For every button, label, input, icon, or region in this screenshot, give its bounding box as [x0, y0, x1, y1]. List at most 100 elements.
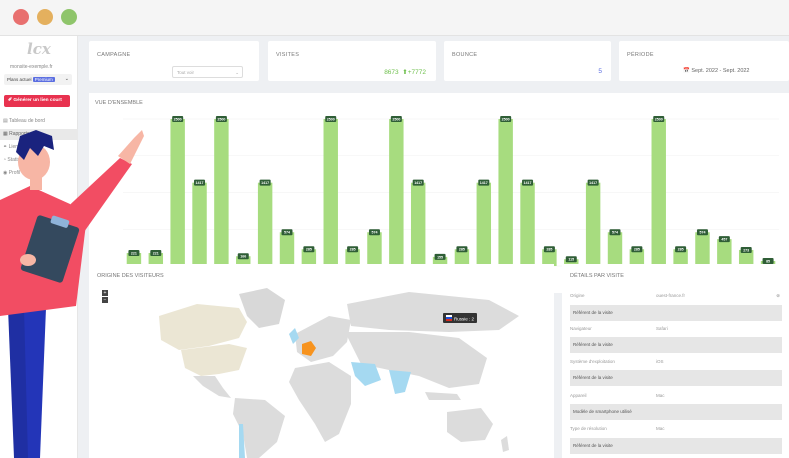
chart-bar[interactable]: [498, 119, 513, 266]
chart-data-label: 1417: [524, 181, 532, 185]
chart-bar[interactable]: [257, 182, 273, 266]
chart-data-label: 285: [459, 248, 465, 252]
plan-tag: Premium: [32, 77, 55, 82]
maximize-window-button[interactable]: [61, 9, 77, 25]
chart-data-label: 285: [306, 248, 312, 252]
campaign-label: CAMPAGNE: [97, 52, 131, 58]
chevron-down-icon: ⌄: [64, 76, 69, 82]
details-row: Type de résolution Mac: [570, 426, 782, 431]
details-row-box: Référent de la visite: [570, 438, 782, 454]
minimize-window-button[interactable]: [37, 9, 53, 25]
map-australia: [447, 408, 493, 442]
bounce-label: BOUNCE: [452, 52, 478, 58]
chart-data-label: 574: [284, 231, 290, 235]
details-row: Appareil Mac: [570, 393, 782, 398]
chart-data-label: 285: [634, 248, 640, 252]
presenter-illustration: [0, 130, 144, 458]
map-usa: [181, 344, 247, 376]
chart-bar[interactable]: [607, 232, 623, 266]
plan-prefix: Plans actuel: [7, 77, 32, 82]
plan-selector[interactable]: Plans actuel Premium ⌄: [4, 74, 72, 85]
chart-bar[interactable]: [717, 239, 732, 266]
details-title: DÉTAILS PAR VISITE: [570, 273, 624, 279]
chart-bar[interactable]: [389, 119, 404, 266]
chart-bar[interactable]: [520, 182, 535, 266]
period-label: PÉRIODE: [627, 52, 654, 58]
chart-data-label: 1417: [480, 181, 488, 185]
link-icon: ✐: [8, 98, 13, 103]
chart-bar[interactable]: [279, 232, 295, 266]
chart-data-label: 2500: [502, 117, 510, 121]
campaign-select-value: Tout voir: [177, 70, 195, 75]
details-row-value: Mac: [656, 393, 665, 398]
chart-data-label: 574: [699, 231, 705, 235]
map-canada: [159, 304, 247, 350]
sidebar-item-dashboard[interactable]: ▤ Tableau de bord: [0, 116, 78, 127]
chart-data-label: 273: [743, 248, 749, 252]
details-row-box: Référent de la visite: [570, 337, 782, 353]
campaign-select[interactable]: Tout voir ⌄: [172, 66, 243, 78]
calendar-icon: 📅: [683, 68, 690, 74]
details-row: Navigateur Safari: [570, 326, 782, 331]
chart-bar[interactable]: [192, 182, 207, 266]
map-india: [389, 370, 411, 394]
chart-data-label: 1417: [196, 181, 204, 185]
chart-data-label: 285: [350, 248, 356, 252]
site-url: monsite-exemple.fr: [10, 64, 53, 70]
chart-bar[interactable]: [585, 182, 601, 266]
chart-bar[interactable]: [476, 182, 492, 266]
chart-data-label: 2500: [217, 117, 225, 121]
chart-bar[interactable]: [323, 119, 338, 266]
chart-bar[interactable]: [410, 182, 426, 266]
map-mexico: [193, 376, 231, 398]
details-row-box: Référent de la visite: [570, 305, 782, 321]
bounce-value: 5: [598, 68, 602, 75]
dashboard-icon: ▤: [3, 118, 8, 124]
character-arm: [60, 158, 132, 232]
campaign-card: CAMPAGNE Tout voir ⌄: [89, 41, 259, 81]
chart-bar[interactable]: [170, 119, 185, 266]
details-row-label: Système d'exploitation: [570, 359, 615, 364]
map-new-zealand: [501, 436, 509, 452]
period-value: Sept. 2022 - Sept. 2022: [691, 68, 750, 74]
chart-data-label: 457: [721, 238, 727, 242]
chart-bar[interactable]: [695, 232, 710, 266]
details-row-label: Type de résolution: [570, 426, 607, 431]
sidebar-item-label: Tableau de bord: [9, 118, 45, 124]
details-row-label: Navigateur: [570, 326, 592, 331]
title-bar: [0, 0, 789, 36]
chart-bar[interactable]: [651, 119, 666, 266]
country-tooltip: Russie : 2: [443, 313, 477, 323]
map-europe: [295, 316, 351, 362]
chart-data-label: 574: [612, 231, 618, 235]
app-window: lcx monsite-exemple.fr Plans actuel Prem…: [0, 0, 789, 458]
chart-data-label: 285: [546, 248, 552, 252]
visit-details-card: DÉTAILS PAR VISITE Origine ouest-france.…: [562, 264, 789, 458]
bounce-card: BOUNCE 5: [444, 41, 611, 81]
details-row: Système d'exploitation iOS: [570, 359, 782, 364]
generate-link-button[interactable]: ✐ Générer un lien court: [4, 95, 70, 107]
details-row-value: iOS: [656, 359, 664, 364]
details-row-value: Mac: [656, 426, 665, 431]
chart-bar[interactable]: [214, 119, 229, 266]
app-logo: lcx: [27, 40, 51, 58]
visits-label: VISITES: [276, 52, 300, 58]
visits-value-group: 8673 ⬆+7772: [384, 68, 426, 76]
generate-link-label: Générer un lien court: [13, 98, 62, 103]
chart-data-label: 2500: [174, 117, 182, 121]
tooltip-text: Russie : 2: [454, 316, 475, 321]
chart-data-label: 1417: [414, 181, 422, 185]
details-row-box: Référent de la visite: [570, 370, 782, 386]
chart-data-label: 2500: [327, 117, 335, 121]
visits-delta: +7772: [407, 69, 426, 76]
period-card: PÉRIODE 📅 Sept. 2022 - Sept. 2022: [619, 41, 789, 81]
period-picker[interactable]: 📅 Sept. 2022 - Sept. 2022: [683, 68, 750, 74]
chart-data-label: 155: [437, 255, 443, 259]
main-content: CAMPAGNE Tout voir ⌄ VISITES 8673 ⬆+7772…: [78, 36, 789, 458]
close-icon[interactable]: ⊗: [776, 293, 780, 299]
close-window-button[interactable]: [13, 9, 29, 25]
chart-data-label: 1417: [589, 181, 597, 185]
map-indonesia: [425, 392, 461, 400]
overview-chart-card: VUE D'ENSEMBLE 221 221 2500 1417 2500 166 1417…: [89, 93, 789, 293]
chart-bar[interactable]: [367, 232, 382, 266]
